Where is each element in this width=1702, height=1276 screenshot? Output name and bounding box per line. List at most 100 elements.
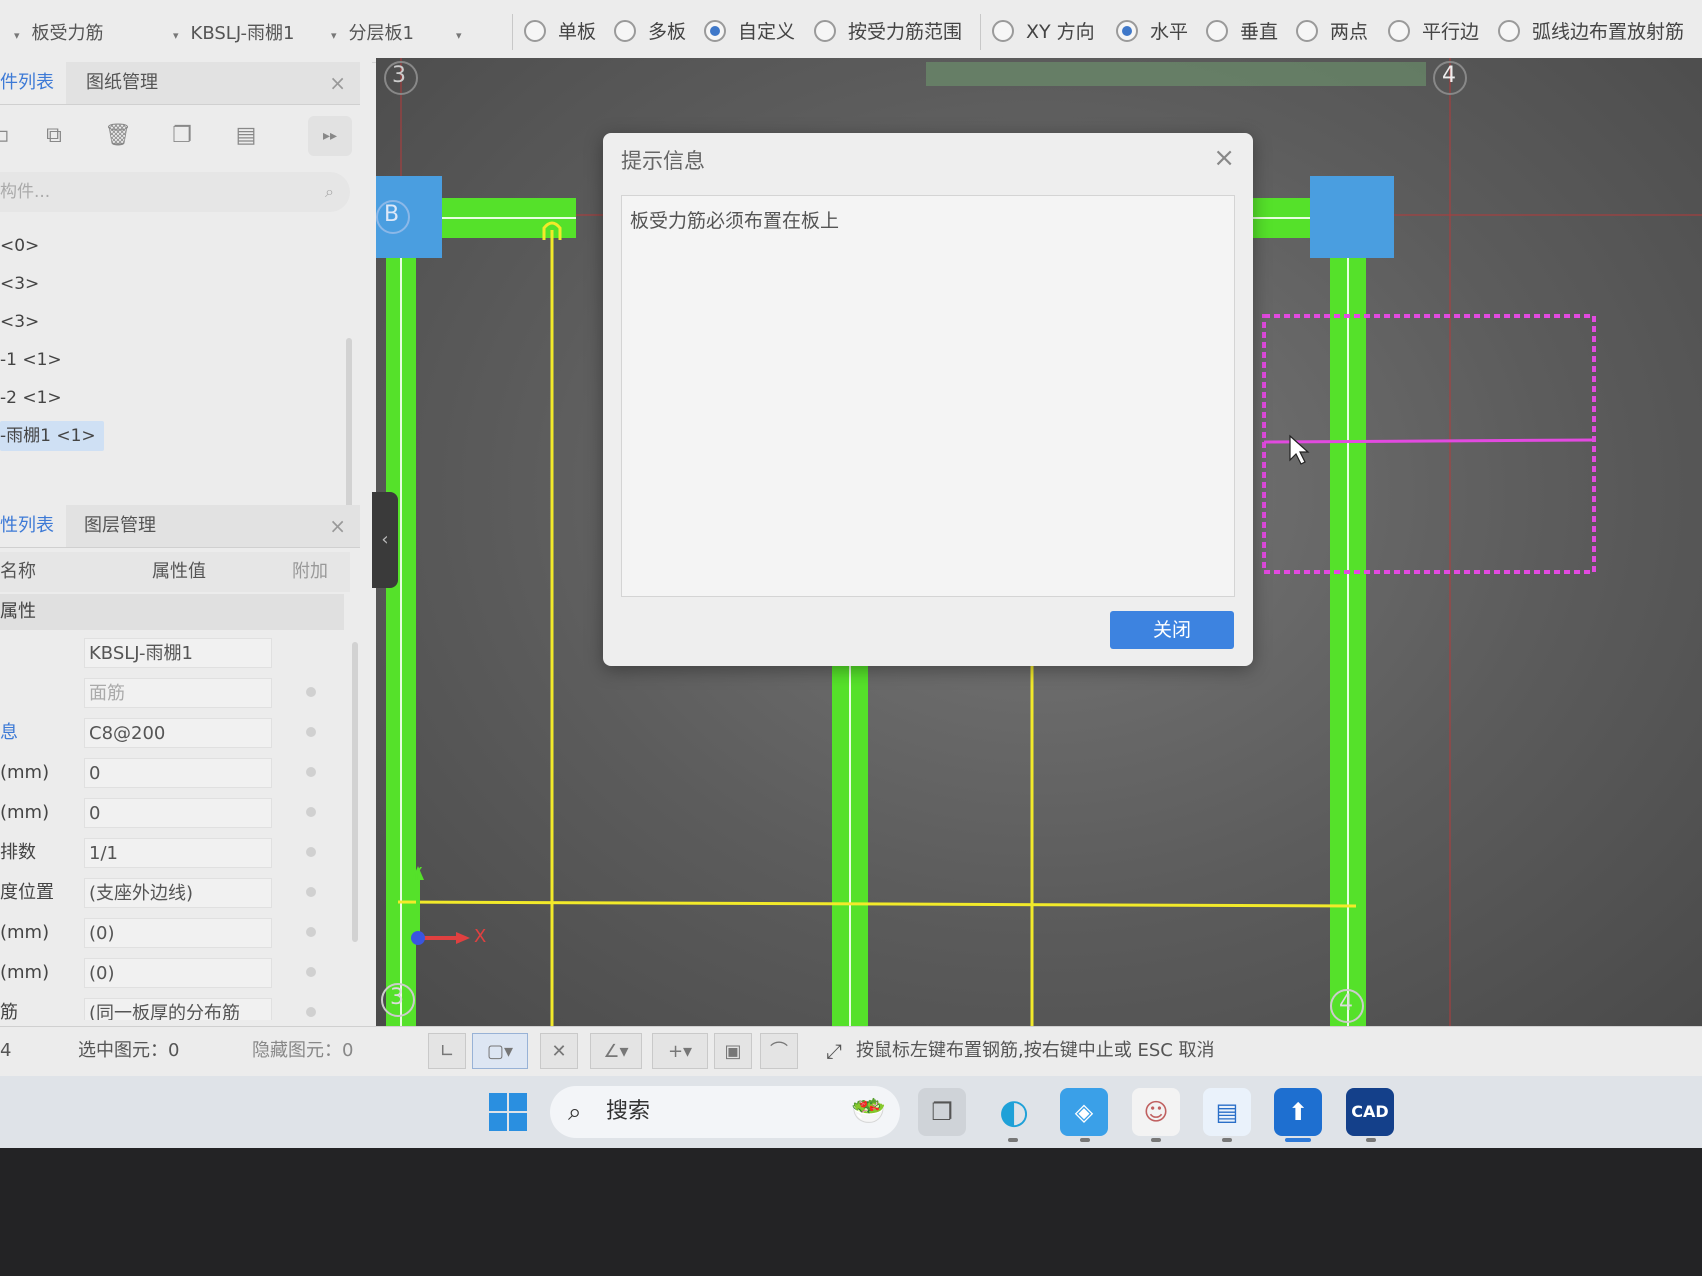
table-row[interactable]: (mm) 0 bbox=[0, 754, 350, 792]
list-item-selected[interactable]: -雨棚1 <1> bbox=[0, 421, 104, 451]
app-icon-glodon-active[interactable]: ⬆ bbox=[1274, 1088, 1322, 1136]
radio-arc-radial-rebar[interactable]: 弧线边布置放射筋 bbox=[1498, 18, 1684, 46]
close-button[interactable]: 关闭 bbox=[1110, 611, 1234, 649]
table-row[interactable]: KBSLJ-雨棚1 bbox=[0, 634, 350, 672]
panel-collapse-handle[interactable]: ‹ bbox=[372, 492, 398, 588]
app-icon-chat[interactable]: ☺ bbox=[1132, 1088, 1180, 1136]
checkbox-dot[interactable] bbox=[306, 807, 316, 817]
property-value[interactable]: (0) bbox=[84, 958, 272, 988]
component-type-dropdown[interactable]: ▾ 板受力筋 bbox=[14, 16, 104, 52]
property-value[interactable]: 1/1 bbox=[84, 838, 272, 868]
axis-label-b: B bbox=[384, 202, 400, 227]
ortho-icon[interactable]: ∟ bbox=[428, 1033, 466, 1069]
taskbar-running-indicator bbox=[1222, 1138, 1232, 1142]
taskbar-search-input[interactable]: ⌕ 搜索 🥗 bbox=[550, 1086, 900, 1138]
property-value[interactable]: C8@200 bbox=[84, 718, 272, 748]
app-icon-cad[interactable]: CAD bbox=[1346, 1088, 1394, 1136]
table-row[interactable]: 面筋 bbox=[0, 674, 350, 712]
task-view-icon[interactable]: ❐ bbox=[918, 1088, 966, 1136]
delete-icon[interactable]: 🗑 bbox=[98, 116, 138, 156]
column bbox=[1310, 176, 1394, 258]
component-name-dropdown[interactable]: ▾ KBSLJ-雨棚1 bbox=[173, 16, 294, 52]
radio-xy-direction[interactable]: XY 方向 bbox=[992, 18, 1095, 46]
new-icon[interactable]: ▫ bbox=[0, 116, 22, 156]
property-value[interactable]: (支座外边线) bbox=[84, 878, 272, 908]
app-icon-blue[interactable]: ◈ bbox=[1060, 1088, 1108, 1136]
dialog-message-area: 板受力筋必须布置在板上 bbox=[621, 195, 1235, 597]
list-item[interactable]: -1 <1> bbox=[0, 345, 62, 375]
list-item[interactable]: <3> bbox=[0, 307, 39, 337]
app-window: ▾ 板受力筋 ▾ KBSLJ-雨棚1 ▾ 分层板1 ▾ 单板 多板 自定义 按受力筋范围… bbox=[0, 0, 1702, 1085]
table-row[interactable]: (mm) (0) bbox=[0, 954, 350, 992]
chevron-down-icon: ▾ bbox=[173, 29, 179, 42]
property-group-header[interactable]: 属性 bbox=[0, 594, 344, 630]
radio-multi-slab[interactable]: 多板 bbox=[614, 18, 686, 46]
table-row[interactable]: (mm) (0) bbox=[0, 914, 350, 952]
table-row[interactable]: 度位置 (支座外边线) bbox=[0, 874, 350, 912]
radio-parallel-edge[interactable]: 平行边 bbox=[1388, 18, 1479, 46]
checkbox-dot[interactable] bbox=[306, 767, 316, 777]
edge-browser-icon[interactable]: ◐ bbox=[990, 1088, 1038, 1136]
cross-snap-icon[interactable]: ✕ bbox=[540, 1033, 578, 1069]
table-row[interactable]: (mm) 0 bbox=[0, 794, 350, 832]
checkbox-dot[interactable] bbox=[306, 887, 316, 897]
checkbox-dot[interactable] bbox=[306, 847, 316, 857]
arc-icon[interactable]: ⌒ bbox=[760, 1033, 798, 1069]
app-icon-document[interactable]: ▤ bbox=[1203, 1088, 1251, 1136]
tab-property-list[interactable]: 性列表 bbox=[0, 505, 66, 547]
table-row[interactable]: 筋 (同一板厚的分布筋 bbox=[0, 994, 350, 1020]
dynamic-input-icon[interactable]: ▣ bbox=[714, 1033, 752, 1069]
list-item[interactable]: <0> bbox=[0, 231, 39, 261]
property-value[interactable]: (同一板厚的分布筋 bbox=[84, 998, 272, 1020]
duplicate-icon[interactable]: ❐ bbox=[162, 116, 202, 156]
more-icon[interactable]: ▸▸ bbox=[308, 116, 352, 156]
scrollbar[interactable] bbox=[352, 642, 358, 942]
list-item[interactable]: -2 <1> bbox=[0, 383, 62, 413]
taskbar-running-indicator bbox=[1008, 1138, 1018, 1142]
layer-dropdown[interactable]: ▾ 分层板1 ▾ bbox=[331, 16, 462, 52]
tab-drawing-management[interactable]: 图纸管理 bbox=[86, 62, 158, 104]
property-value[interactable]: 面筋 bbox=[84, 678, 272, 708]
windows-start-icon[interactable] bbox=[484, 1088, 532, 1136]
table-row[interactable]: 排数 1/1 bbox=[0, 834, 350, 872]
property-panel-tabbar: 性列表 图层管理 × bbox=[0, 505, 360, 548]
chevron-down-icon: ▾ bbox=[331, 29, 337, 42]
close-icon[interactable]: × bbox=[329, 505, 346, 547]
radio-circle bbox=[1388, 19, 1410, 42]
radio-vertical[interactable]: 垂直 bbox=[1206, 18, 1278, 46]
select-mode-icon[interactable]: ▢▾ bbox=[472, 1033, 528, 1069]
radio-single-slab[interactable]: 单板 bbox=[524, 18, 596, 46]
checkbox-dot[interactable] bbox=[306, 927, 316, 937]
tab-layer-management[interactable]: 图层管理 bbox=[84, 505, 156, 547]
radio-circle-selected bbox=[704, 19, 726, 42]
checkbox-dot[interactable] bbox=[306, 687, 316, 697]
checkbox-dot[interactable] bbox=[306, 1007, 316, 1017]
property-value[interactable]: 0 bbox=[84, 798, 272, 828]
ucs-y-label: Y bbox=[411, 864, 422, 885]
angle-snap-icon[interactable]: ∠▾ bbox=[590, 1033, 642, 1069]
radio-two-points[interactable]: 两点 bbox=[1296, 18, 1368, 46]
property-value[interactable]: KBSLJ-雨棚1 bbox=[84, 638, 272, 668]
radio-horizontal[interactable]: 水平 bbox=[1116, 18, 1188, 46]
hatch-strip bbox=[926, 62, 1426, 86]
component-search-input[interactable]: 构件... ⌕ bbox=[0, 172, 350, 212]
close-icon[interactable]: × bbox=[329, 62, 346, 104]
list-item[interactable]: <3> bbox=[0, 269, 39, 299]
taskbar-running-indicator bbox=[1080, 1138, 1090, 1142]
property-value[interactable]: 0 bbox=[84, 758, 272, 788]
status-count: 4 bbox=[0, 1040, 12, 1061]
table-row[interactable]: 息 C8@200 bbox=[0, 714, 350, 752]
property-value[interactable]: (0) bbox=[84, 918, 272, 948]
info-dialog: 提示信息 × 板受力筋必须布置在板上 关闭 bbox=[603, 133, 1253, 666]
copy-icon[interactable]: ⧉ bbox=[34, 116, 74, 156]
offset-icon[interactable]: +▾ bbox=[652, 1033, 708, 1069]
checkbox-dot[interactable] bbox=[306, 727, 316, 737]
close-icon[interactable]: × bbox=[1213, 143, 1235, 173]
checkbox-dot[interactable] bbox=[306, 967, 316, 977]
radio-circle bbox=[1296, 19, 1318, 42]
layer-copy-icon[interactable]: ▤ bbox=[226, 116, 266, 156]
tab-component-list[interactable]: 件列表 bbox=[0, 62, 66, 104]
radio-by-rebar-range[interactable]: 按受力筋范围 bbox=[814, 18, 962, 46]
divider bbox=[980, 14, 981, 50]
radio-custom[interactable]: 自定义 bbox=[704, 18, 795, 46]
